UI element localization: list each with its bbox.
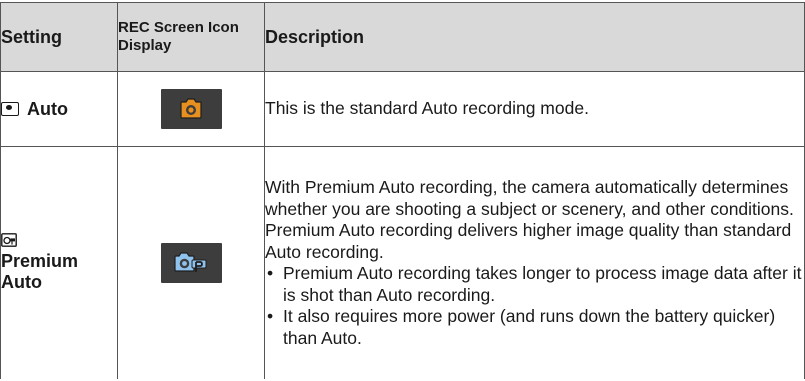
table-row: Premium Auto With Premium Auto recording… — [0, 146, 805, 379]
setting-label-auto: Auto — [27, 98, 68, 119]
orange-camera-icon — [180, 98, 202, 119]
header-icon-display: REC Screen Icon Display — [117, 2, 265, 72]
premium-auto-description: With Premium Auto recording, the camera … — [265, 177, 794, 262]
rec-screen-badge-premium-auto — [160, 243, 222, 283]
description-cell-auto: This is the standard Auto recording mode… — [264, 71, 805, 147]
rec-screen-badge-auto — [160, 89, 222, 129]
auto-camera-mode-icon — [1, 101, 19, 116]
premium-auto-camera-icon — [174, 252, 207, 272]
premium-auto-notes: • Premium Auto recording takes longer to … — [265, 263, 804, 349]
table-header-row: Setting REC Screen Icon Display Descript… — [0, 2, 805, 72]
icon-display-cell-premium-auto — [117, 146, 265, 379]
icon-display-cell-auto — [117, 71, 265, 147]
description-cell-premium-auto: With Premium Auto recording, the camera … — [264, 146, 805, 379]
setting-label-premium-auto: Premium Auto — [1, 251, 79, 292]
bullet-glyph: • — [267, 263, 274, 283]
header-description: Description — [264, 2, 805, 72]
header-setting: Setting — [0, 2, 118, 72]
bullet-glyph: • — [267, 306, 274, 326]
bullet-text: Premium Auto recording takes longer to p… — [283, 263, 802, 305]
setting-cell-premium-auto: Premium Auto — [0, 146, 118, 379]
table-row: Auto This is the standard Auto recording… — [0, 71, 805, 147]
setting-cell-auto: Auto — [0, 71, 118, 147]
list-item: • Premium Auto recording takes longer to … — [265, 263, 804, 306]
settings-table: Setting REC Screen Icon Display Descript… — [0, 2, 805, 379]
list-item: • It also requires more power (and runs d… — [265, 306, 804, 349]
bullet-text: It also requires more power (and runs do… — [283, 306, 776, 348]
premium-auto-mode-icon — [1, 233, 17, 247]
